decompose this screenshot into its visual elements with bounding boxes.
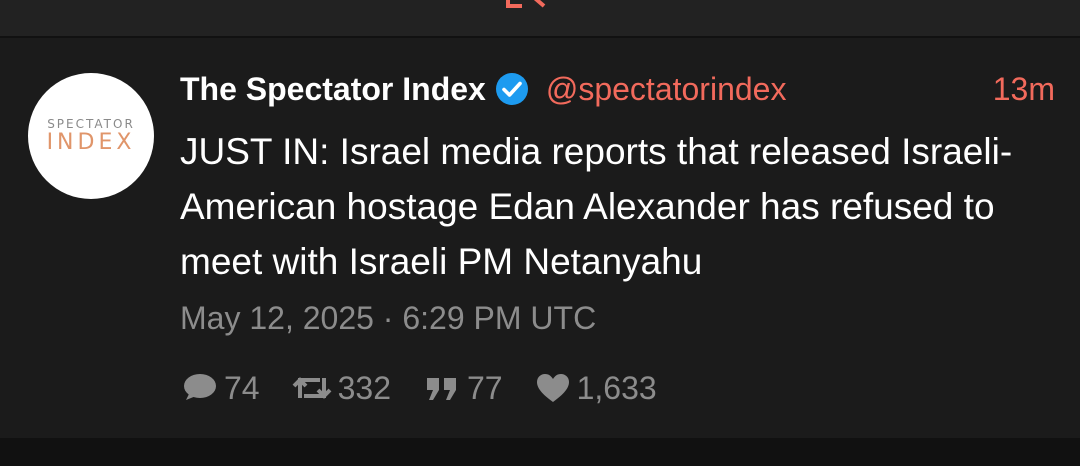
tweet-header: The Spectator Index @spectatorindex 13m [180,68,1055,110]
like-stat[interactable]: 1,633 [535,370,657,407]
reply-stat[interactable]: 74 [180,370,260,407]
tweet-card[interactable]: SPECTATOR INDEX The Spectator Index @spe… [0,38,1080,438]
handle[interactable]: @spectatorindex [546,71,787,108]
like-count: 1,633 [576,369,657,406]
quote-count: 77 [466,369,503,406]
avatar-logo-line1: SPECTATOR [47,117,135,131]
display-name[interactable]: The Spectator Index [180,71,486,108]
retweet-stat[interactable]: 332 [292,370,391,407]
reply-count: 74 [224,369,260,406]
verified-badge-icon [495,73,528,105]
retweet-icon [292,377,332,399]
tweet-stats: 74 332 77 1,633 [180,368,689,408]
tweet-text: JUST IN: Israel media reports that relea… [180,131,1013,282]
tweet-timestamp: May 12, 2025 · 6:29 PM UTC [180,300,597,336]
heart-icon [536,374,569,402]
chevron-up-icon[interactable] [504,0,548,14]
avatar[interactable]: SPECTATOR INDEX [28,73,154,199]
top-bar [0,0,1080,36]
quote-icon [426,378,456,400]
quote-stat[interactable]: 77 [423,370,503,407]
reply-icon [184,374,216,400]
avatar-logo-line2: INDEX [46,130,136,155]
bottom-bar [0,438,1080,466]
relative-time: 13m [992,70,1055,107]
retweet-count: 332 [337,369,391,406]
